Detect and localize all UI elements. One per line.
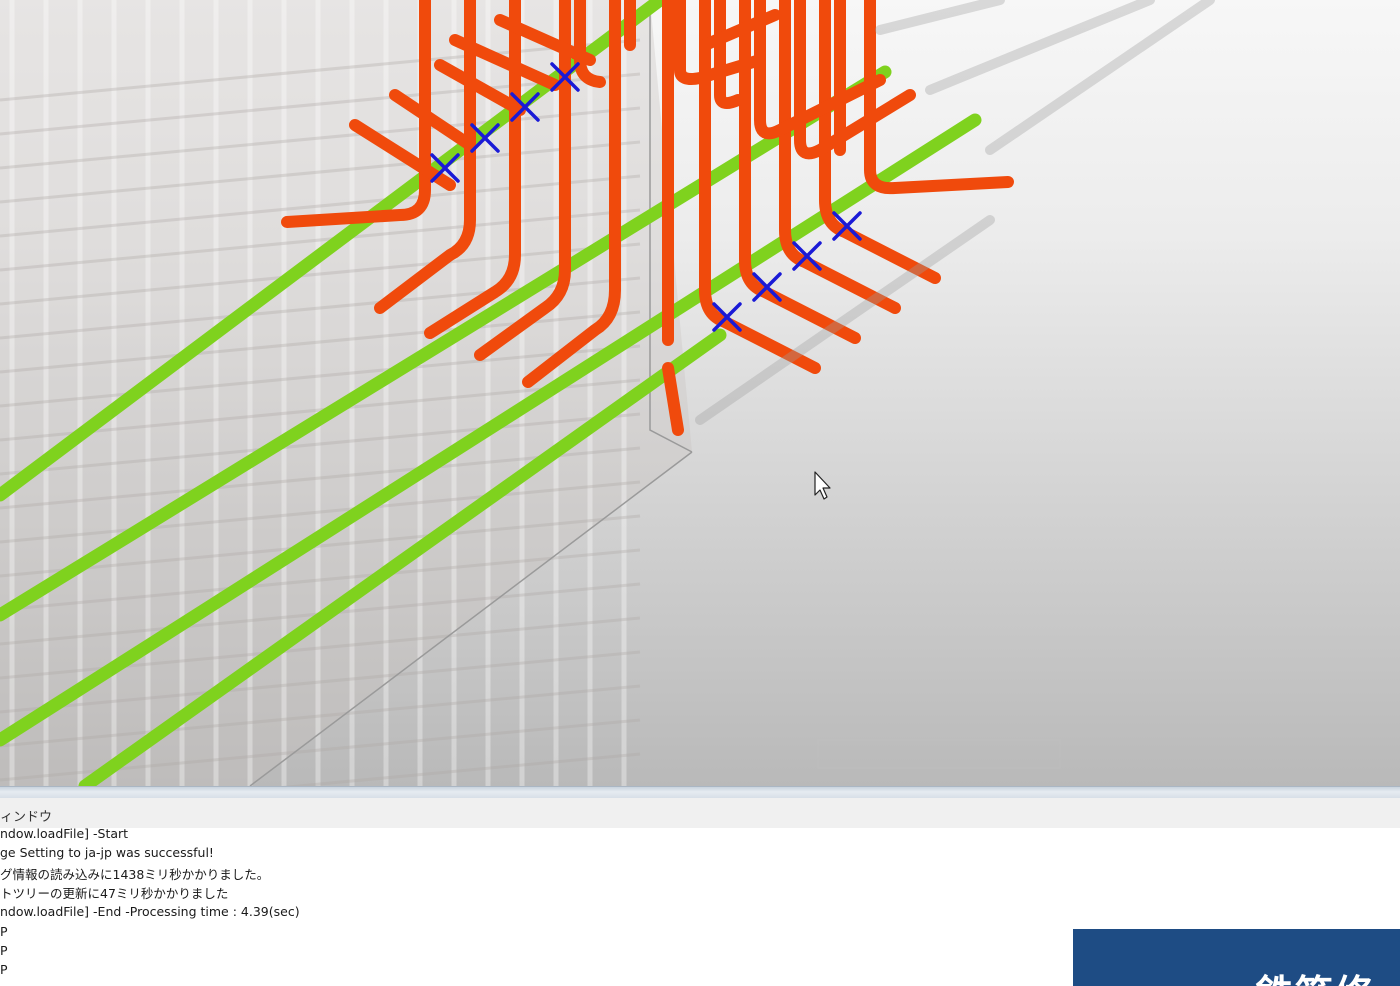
faint-overlay [817,739,1061,769]
log-line: トツリーの更新に47ミリ秒かかりました [0,886,229,901]
log-line: P [0,943,8,958]
title-banner: 鉄筋修 [1073,929,1400,986]
log-line: ndow.loadFile] -End -Processing time : 4… [0,904,300,919]
log-line: P [0,924,8,939]
rebar-model-scene[interactable] [0,0,1400,786]
log-line: グ情報の読み込みに1438ミリ秒かかりました。 [0,867,270,882]
shadow-bars [695,0,1215,425]
banner-title: 鉄筋修 [1255,963,1375,986]
log-line: ge Setting to ja-jp was successful! [0,845,214,860]
log-line: P [0,962,8,977]
output-panel-header: ィンドウ [0,798,1400,829]
output-panel-title: ィンドウ [0,810,53,825]
arrow-cursor-icon [814,471,831,500]
log-line: ndow.loadFile] -Start [0,828,129,841]
3d-viewport[interactable] [0,0,1400,786]
stirrup-bar [714,0,744,110]
